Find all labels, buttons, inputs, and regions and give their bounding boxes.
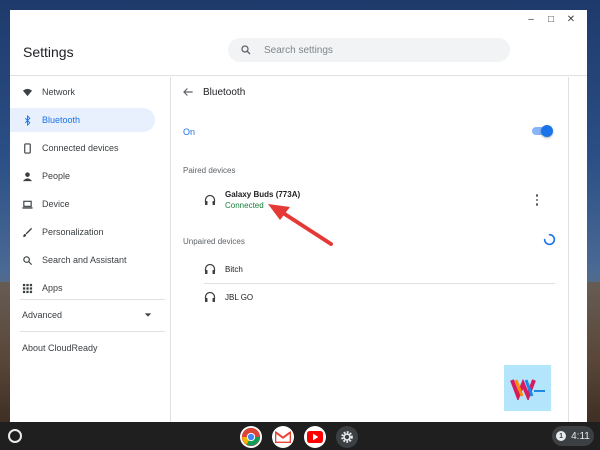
back-arrow-icon[interactable] [181, 85, 195, 99]
wifi-icon [22, 87, 33, 98]
device-name: JBL GO [225, 292, 254, 302]
search-icon [22, 255, 33, 266]
search-box[interactable] [228, 38, 510, 62]
minimize-button[interactable]: – [521, 10, 541, 28]
apps-grid-icon [22, 283, 33, 294]
sidebar-item-label: Personalization [42, 227, 104, 237]
sidebar-item-label: People [42, 171, 71, 181]
sidebar-item-label: Device [42, 199, 70, 209]
clock-time: 4:11 [571, 430, 590, 442]
sidebar-item-personalization[interactable]: Personalization [10, 220, 155, 244]
sidebar-item-label: Search and Assistant [42, 255, 127, 265]
sidebar-item-device[interactable]: Device [10, 192, 155, 216]
window-controls: – □ ✕ [521, 10, 581, 28]
chrome-icon[interactable] [240, 426, 262, 448]
advanced-label: Advanced [22, 310, 63, 320]
brush-icon [22, 227, 33, 238]
sidebar-item-people[interactable]: People [10, 164, 155, 188]
sidebar-item-label: Apps [42, 283, 63, 293]
more-options-icon[interactable] [533, 193, 541, 207]
loading-spinner-icon [543, 233, 556, 246]
search-icon [241, 45, 251, 55]
settings-gear-icon[interactable] [336, 426, 358, 448]
settings-header: Settings [10, 28, 587, 76]
page-header: Bluetooth [181, 85, 245, 99]
sidebar-item-label: Network [42, 87, 76, 97]
laptop-icon [22, 199, 33, 210]
sidebar-item-connected-devices[interactable]: Connected devices [10, 136, 155, 160]
phone-icon [22, 142, 33, 154]
sidebar-divider [20, 299, 165, 300]
close-button[interactable]: ✕ [561, 10, 581, 28]
status-tray[interactable]: 1 4:11 [552, 426, 594, 446]
gmail-icon[interactable] [272, 426, 294, 448]
unpaired-device-row[interactable]: Bitch [204, 256, 555, 282]
maximize-button[interactable]: □ [541, 10, 561, 28]
unpaired-devices-header: Unpaired devices [183, 237, 245, 246]
sidebar-advanced-toggle[interactable]: Advanced [22, 305, 152, 325]
bluetooth-icon [22, 114, 33, 126]
headphones-icon [204, 263, 216, 274]
page-title: Settings [23, 44, 74, 60]
watermark-logo [504, 365, 551, 411]
search-input[interactable] [264, 44, 464, 56]
sidebar-item-network[interactable]: Network [10, 80, 155, 104]
app-shelf [240, 426, 358, 448]
paired-device-galaxy-buds[interactable]: Galaxy Buds (773A) Connected [204, 187, 555, 213]
device-name: Bitch [225, 264, 243, 274]
device-name: Galaxy Buds (773A) [225, 190, 301, 199]
person-icon [22, 171, 33, 182]
chevron-down-icon [144, 313, 152, 317]
headphones-icon [204, 291, 216, 302]
paired-devices-header: Paired devices [183, 166, 236, 175]
taskbar: 1 4:11 [0, 422, 600, 450]
settings-window: – □ ✕ Settings Network Bluetooth [10, 10, 587, 422]
sidebar-item-apps[interactable]: Apps [10, 276, 155, 300]
toggle-knob [541, 125, 553, 137]
bluetooth-on-label: On [183, 127, 196, 137]
w-logo-icon [509, 378, 545, 400]
notification-count-badge: 1 [556, 431, 567, 441]
sidebar-item-label: Bluetooth [42, 115, 81, 125]
launcher-icon[interactable] [8, 429, 22, 443]
sidebar-divider [20, 331, 165, 332]
headphones-icon [204, 194, 216, 205]
youtube-icon[interactable] [304, 426, 326, 448]
sidebar-item-label: Connected devices [42, 143, 119, 153]
sidebar-item-bluetooth[interactable]: Bluetooth [10, 108, 155, 132]
sidebar: Network Bluetooth Connected devices Peop… [10, 77, 170, 422]
unpaired-device-row[interactable]: JBL GO [204, 284, 555, 310]
bluetooth-toggle[interactable] [532, 125, 553, 137]
device-status: Connected [225, 201, 264, 210]
sidebar-about-link[interactable]: About CloudReady [22, 343, 98, 353]
bluetooth-page-title: Bluetooth [203, 86, 246, 98]
sidebar-item-search-assistant[interactable]: Search and Assistant [10, 248, 155, 272]
